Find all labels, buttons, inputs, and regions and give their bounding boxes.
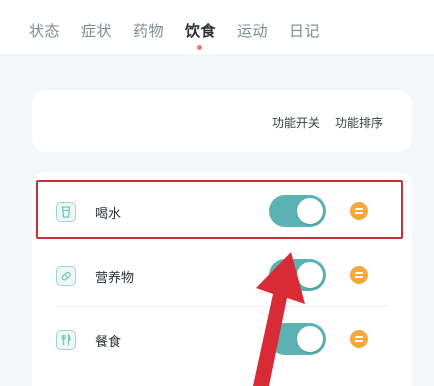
list-item-meals: 餐食 (32, 308, 412, 370)
list-item-nutrients: 营养物 (32, 244, 412, 306)
utensils-icon (56, 330, 76, 350)
tab-diet[interactable]: 饮食 (185, 20, 216, 41)
item-label: 营养物 (95, 271, 135, 286)
item-label: 餐食 (95, 335, 122, 350)
divider (56, 306, 388, 307)
list-item-water: 喝水 (32, 180, 412, 242)
sort-column-header: 功能排序 (335, 116, 384, 130)
toggle-knob (297, 326, 323, 352)
tab-diary[interactable]: 日记 (289, 20, 320, 41)
water-toggle[interactable] (269, 195, 326, 227)
meals-toggle[interactable] (269, 323, 326, 355)
tab-bar: 状态 症状 药物 饮食 运动 日记 (0, 0, 434, 54)
pill-icon (56, 266, 76, 286)
meals-sort-handle[interactable] (350, 330, 368, 348)
nutrients-sort-handle[interactable] (350, 266, 368, 284)
toggle-column-header: 功能开关 (272, 116, 321, 130)
active-tab-indicator (197, 45, 202, 50)
function-list: 喝水 营养物 餐食 (32, 172, 412, 386)
water-sort-handle[interactable] (350, 202, 368, 220)
column-header-card: 功能开关 功能排序 (32, 90, 412, 152)
toggle-knob (297, 198, 323, 224)
tab-exercise[interactable]: 运动 (237, 20, 268, 41)
cup-icon (56, 202, 76, 222)
toggle-knob (297, 262, 323, 288)
top-bar: 状态 症状 药物 饮食 运动 日记 (0, 0, 434, 54)
tab-medication[interactable]: 药物 (133, 20, 164, 41)
tab-status[interactable]: 状态 (29, 20, 60, 41)
tab-symptoms[interactable]: 症状 (81, 20, 112, 41)
nutrients-toggle[interactable] (269, 259, 326, 291)
item-label: 喝水 (95, 207, 122, 222)
